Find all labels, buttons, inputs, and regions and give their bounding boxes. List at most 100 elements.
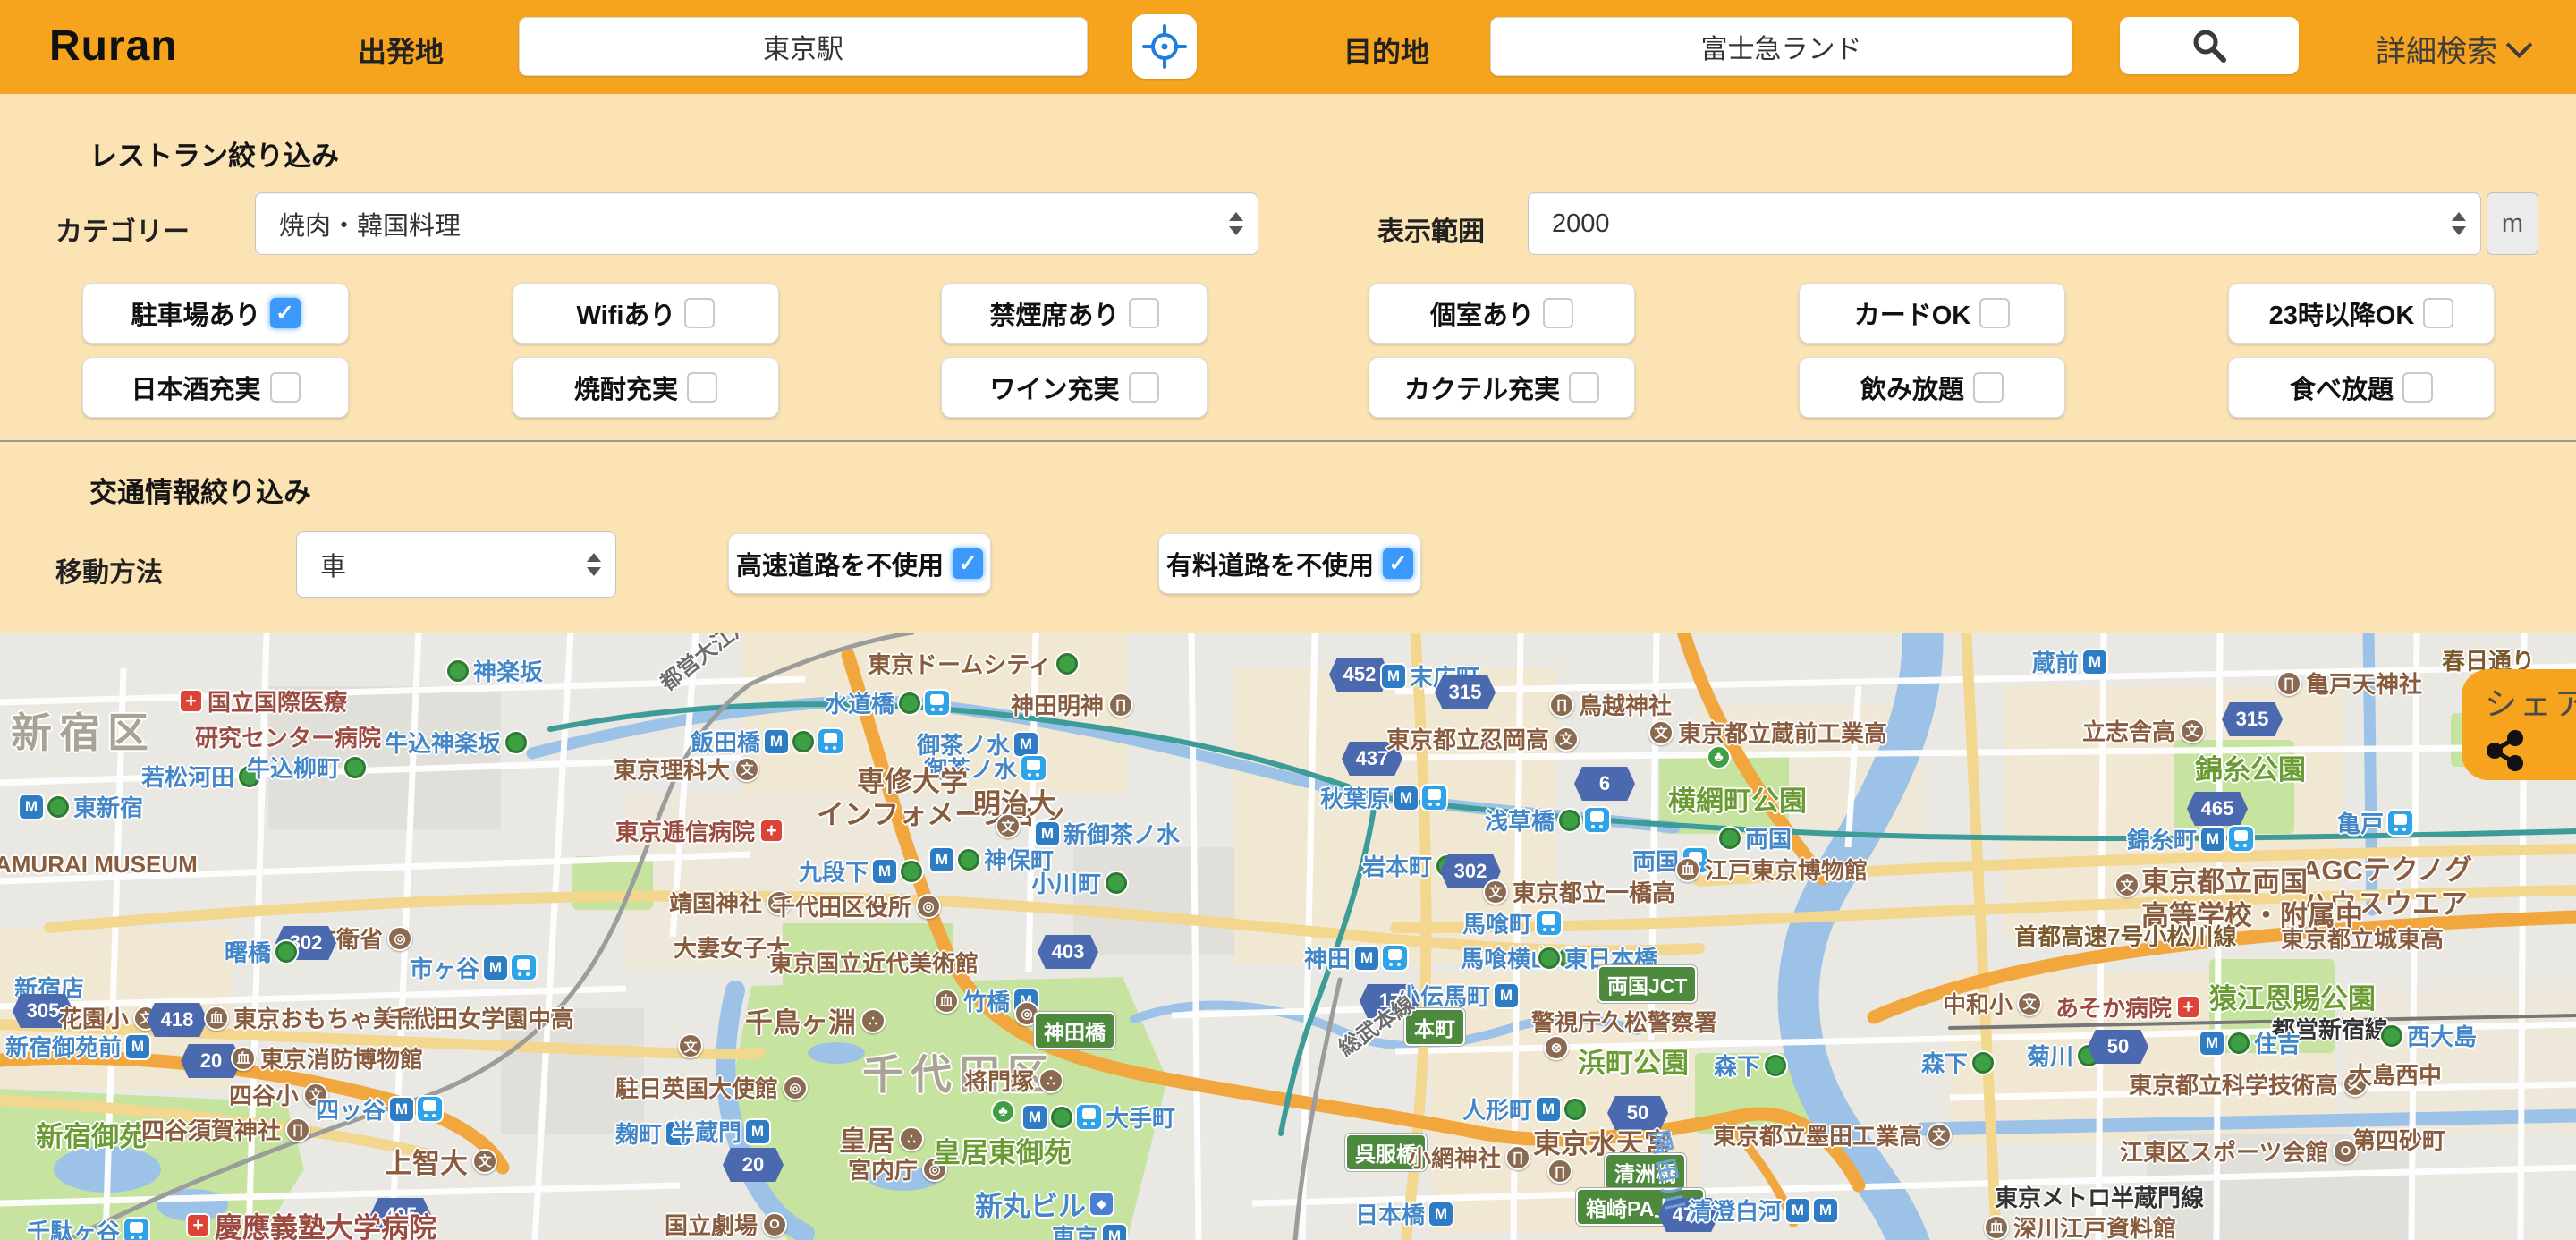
map-label: +国立国際医療 (179, 684, 347, 718)
checkbox-unchecked[interactable] (1543, 298, 1573, 328)
map-label: 両国JCT (1597, 965, 1697, 1003)
filter-check-button[interactable]: カクテル充実 (1368, 357, 1635, 418)
bank-icon: 血 (934, 989, 959, 1014)
filter-check-button[interactable]: 個室あり (1368, 283, 1635, 344)
map-label: 神田明神∏ (1011, 688, 1133, 721)
checkbox-unchecked[interactable] (2402, 372, 2433, 403)
map-label: 国立劇場O (665, 1208, 787, 1240)
locate-button[interactable] (1132, 14, 1197, 79)
checkbox-checked[interactable]: ✓ (1383, 548, 1413, 579)
share-icon (2485, 730, 2526, 771)
search-button[interactable] (2120, 17, 2299, 74)
checkbox-unchecked[interactable] (2423, 298, 2453, 328)
map-label: 文 (2114, 872, 2144, 897)
checkbox-unchecked[interactable] (1569, 372, 1599, 403)
pin-icon (899, 692, 920, 714)
map-label: ♣ (1707, 745, 1735, 769)
metro-icon: M (1355, 947, 1378, 970)
map-label-text: 立志舎高 (2082, 714, 2175, 747)
bank-icon: 血 (204, 1006, 229, 1031)
metro-icon: M (930, 848, 953, 871)
map-label-text: 浜町公園 (1578, 1040, 1689, 1081)
destination-input[interactable] (1490, 17, 2072, 76)
filter-check-button[interactable]: 有料道路を不使用✓ (1158, 533, 1421, 594)
map-label-text: 50 (2107, 1035, 2129, 1058)
filter-check-button[interactable]: 23時以降OK (2228, 283, 2495, 344)
filter-check-button[interactable]: 駐車場あり✓ (82, 283, 349, 344)
map-label-text: 新宿御苑 (36, 1114, 147, 1154)
map-label-text: 警視庁久松警察署 (1531, 1005, 1717, 1038)
checkbox-checked[interactable]: ✓ (270, 298, 301, 328)
map-label-text: 東京都立墨田工業高 (1713, 1118, 1922, 1151)
filter-check-label: 23時以降OK (2269, 294, 2415, 332)
pin-icon (447, 660, 469, 682)
checkbox-checked[interactable]: ✓ (953, 548, 983, 579)
restaurant-filter-title: レストラン絞り込み (89, 133, 339, 174)
filter-check-label: 日本酒充実 (131, 369, 260, 406)
checkbox-unchecked[interactable] (684, 298, 715, 328)
pin-icon (1106, 872, 1127, 894)
detail-search-toggle[interactable]: 詳細検索 (2376, 27, 2529, 71)
checkbox-unchecked[interactable] (1129, 372, 1159, 403)
map-label: 上智大文 (385, 1141, 497, 1181)
map-label-text: 上智大 (385, 1141, 468, 1181)
map-label: 文東京都立一橋高 (1483, 875, 1675, 908)
metro-icon: M (873, 860, 896, 883)
filter-check-button[interactable]: カードOK (1799, 283, 2065, 344)
map-label: 東京国立近代美術館 (769, 946, 979, 979)
map-label-text: 深川江戸資料館 (2013, 1210, 2176, 1240)
map-label: ∏ (1547, 1159, 1577, 1184)
filter-check-button[interactable]: 食べ放題 (2228, 357, 2495, 418)
map-label-text: 馬喰町 (1462, 906, 1532, 939)
map-label: 新丸ビル◆ (975, 1184, 1113, 1224)
checkbox-unchecked[interactable] (1979, 298, 2010, 328)
torii-icon: ∏ (2276, 671, 2301, 696)
map-label-text: 江戸東京博物館 (1705, 853, 1868, 886)
map-label: 日本橋M (1355, 1197, 1453, 1230)
filter-check-button[interactable]: 焼酎充実 (513, 357, 779, 418)
map-label: 小川町 (1031, 866, 1127, 899)
filter-check-button[interactable]: Wifiあり (513, 283, 779, 344)
range-select[interactable]: 2000 (1528, 192, 2481, 255)
map-label-text: 竹橋 (963, 984, 1010, 1017)
map-label-text: 宮内庁 (848, 1152, 918, 1185)
shop-icon: ◆ (1090, 1193, 1113, 1215)
checkbox-unchecked[interactable] (687, 372, 717, 403)
map-label-text: 慶應義塾大学病院 (215, 1205, 436, 1240)
checkbox-unchecked[interactable] (1129, 298, 1159, 328)
map-label: ⊗ (1544, 1035, 1573, 1060)
map-label: 千代田女学園中高 (388, 1001, 574, 1034)
filter-check-button[interactable]: ワイン充実 (941, 357, 1208, 418)
share-button[interactable]: シェア (2462, 669, 2576, 780)
checkbox-unchecked[interactable] (270, 372, 301, 403)
method-label: 移動方法 (55, 550, 163, 590)
hospital-icon: + (759, 819, 784, 843)
metro-icon: M (484, 956, 507, 980)
metro-icon: M (2083, 650, 2106, 674)
map-canvas[interactable]: 神楽坂都営大江戸線東京ドームシティ452M末広町蔵前M春日通り∏亀戸天神社新宿区… (0, 633, 2576, 1240)
departure-input[interactable] (519, 17, 1088, 76)
method-select[interactable]: 車 (296, 531, 616, 598)
map-label: 馬喰町 (1462, 906, 1561, 939)
category-select[interactable]: 焼肉・韓国料理 (255, 192, 1258, 255)
map-label: 東京理科大文 (614, 752, 759, 786)
map-label: 第四砂町 (2352, 1123, 2445, 1156)
checkbox-unchecked[interactable] (1973, 372, 2004, 403)
pin-icon (2228, 1032, 2250, 1054)
map-label-text: 蔵前 (2032, 645, 2079, 678)
map-label-text: 6 (1599, 772, 1610, 795)
filter-check-button[interactable]: 禁煙席あり (941, 283, 1208, 344)
map-label-text: 将門塚 (964, 1064, 1034, 1097)
filter-check-label: カードOK (1854, 294, 1971, 332)
map-label-text: 九段下 (799, 854, 869, 888)
park-icon: ♣ (991, 1100, 1015, 1124)
filter-check-button[interactable]: 飲み放題 (1799, 357, 2065, 418)
filter-check-button[interactable]: 日本酒充実 (82, 357, 349, 418)
map-label: 浅草橋 (1485, 803, 1609, 837)
filter-check-button[interactable]: 高速道路を不使用✓ (728, 533, 991, 594)
landmark-icon: ∴ (899, 1126, 924, 1151)
pin-icon (1765, 1055, 1786, 1076)
map-label-text: 亀戸天神社 (2306, 667, 2422, 700)
map-label-text: 猿江恩賜公園 (2209, 976, 2376, 1016)
police-icon: ⊗ (1544, 1035, 1569, 1060)
